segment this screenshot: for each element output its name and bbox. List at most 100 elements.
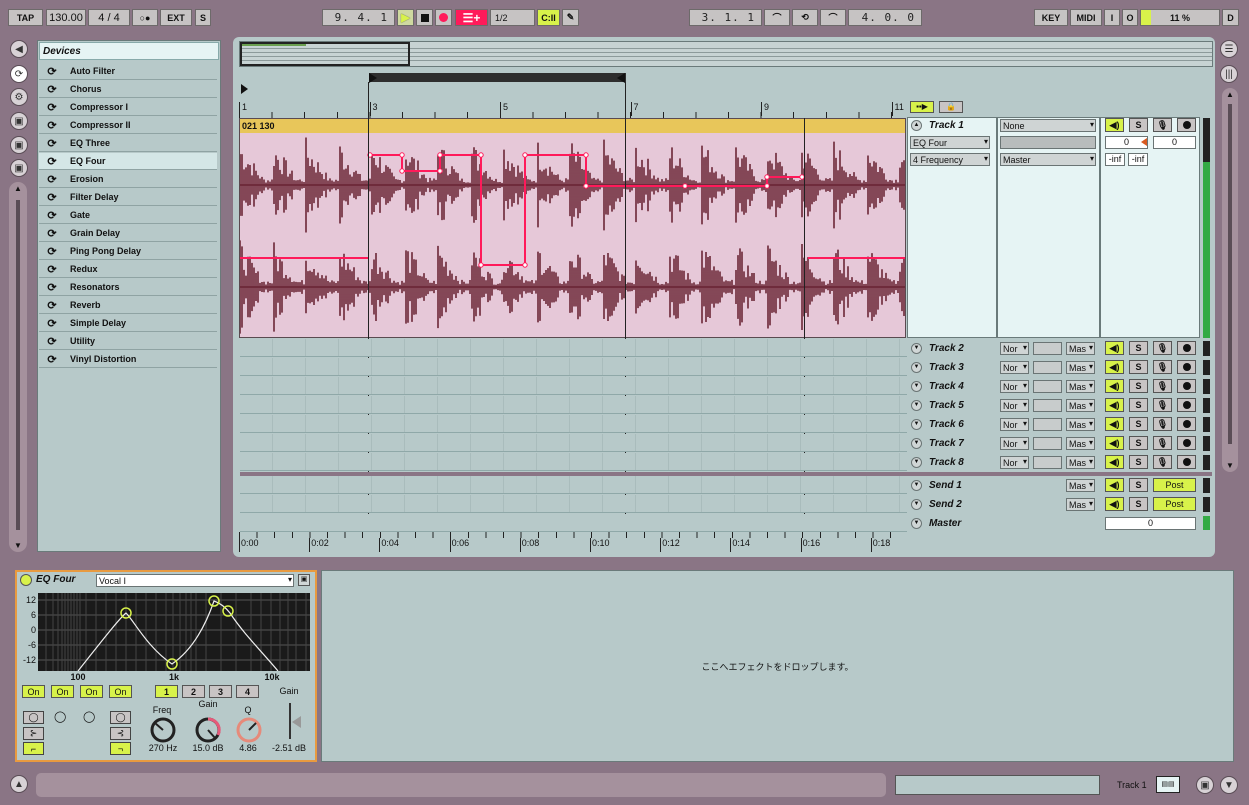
master-lane[interactable] — [240, 514, 907, 532]
track-solo[interactable]: S — [1129, 417, 1148, 431]
track-monitor[interactable]: 🎙 — [1153, 455, 1172, 469]
track1-peak-l[interactable]: -inf — [1105, 153, 1125, 166]
browser-item[interactable]: ⟳ Compressor I — [39, 99, 217, 116]
track-input-chooser[interactable]: Nor — [1000, 456, 1029, 469]
track-output-chooser[interactable]: Mas — [1066, 399, 1095, 412]
track-arm[interactable] — [1177, 436, 1196, 450]
track-arm[interactable] — [1177, 341, 1196, 355]
track-output-chooser[interactable]: Mas — [1066, 456, 1095, 469]
track-output-chooser[interactable]: Mas — [1066, 361, 1095, 374]
quantize-menu[interactable]: 1/2 — [490, 9, 535, 26]
scroll-thumb[interactable] — [16, 200, 20, 530]
automation-breakpoint[interactable] — [437, 152, 443, 158]
drop-area[interactable]: ここへエフェクトをドロップします。 — [321, 570, 1234, 762]
scroll-down-icon[interactable]: ▼ — [1222, 461, 1238, 470]
return-solo[interactable]: S — [1129, 478, 1148, 492]
hide-detail-icon[interactable]: ▼ — [1220, 776, 1238, 794]
track-input-chooser[interactable]: Nor — [1000, 361, 1029, 374]
browser-item[interactable]: ⟳ Resonators — [39, 279, 217, 296]
band-on-toggle[interactable]: On — [22, 685, 45, 698]
return-name[interactable]: ▼ Send 1 — [907, 476, 997, 494]
track1-solo[interactable]: S — [1129, 118, 1148, 132]
track-monitor[interactable]: 🎙 — [1153, 360, 1172, 374]
track-activator[interactable]: ◀) — [1105, 379, 1124, 393]
band-on-toggle[interactable]: On — [51, 685, 74, 698]
loop-length-field[interactable]: 4. 0. 0 — [848, 9, 922, 26]
collapse-right-icon[interactable]: ☰ — [1220, 40, 1238, 58]
track1-monitor[interactable]: 🎙 — [1153, 118, 1172, 132]
automation-breakpoint[interactable] — [764, 183, 770, 189]
automation-breakpoint[interactable] — [583, 152, 589, 158]
collapse-left-icon[interactable]: ◀ — [10, 40, 28, 58]
clip-header[interactable]: 021 130 — [240, 119, 905, 133]
band1-lowshelf-shape[interactable]: ⊱ — [23, 727, 44, 740]
track1-volume-handle[interactable] — [1141, 138, 1147, 146]
return-solo[interactable]: S — [1129, 497, 1148, 511]
device-browser-icon[interactable]: ⟳ — [10, 65, 28, 83]
master-name[interactable]: ▼ Master — [907, 514, 997, 532]
expand-return-icon[interactable]: ▼ — [911, 498, 922, 510]
track-lane[interactable] — [240, 415, 907, 433]
punch-out-button[interactable]: ⌒ — [820, 9, 846, 26]
clip-view-icon[interactable]: ▣ — [1196, 776, 1214, 794]
expand-track-icon[interactable]: ▼ — [911, 380, 922, 392]
track-input-chooser[interactable]: Nor — [1000, 418, 1029, 431]
track-monitor[interactable]: 🎙 — [1153, 417, 1172, 431]
browser-item[interactable]: ⟳ Simple Delay — [39, 315, 217, 332]
track-monitor[interactable]: 🎙 — [1153, 398, 1172, 412]
track-lane[interactable] — [240, 339, 907, 357]
return-lane[interactable] — [240, 495, 907, 513]
track-input-channel[interactable] — [1033, 399, 1062, 412]
track-name[interactable]: ▼ Track 3 — [907, 358, 997, 376]
post-button[interactable]: Post — [1153, 497, 1196, 511]
stop-button[interactable] — [416, 9, 433, 26]
expand-track-icon[interactable]: ▼ — [911, 342, 922, 354]
track1-peak-r[interactable]: -inf — [1128, 153, 1148, 166]
track-lane[interactable] — [240, 396, 907, 414]
automation-breakpoint[interactable] — [478, 262, 484, 268]
track-input-channel[interactable] — [1033, 418, 1062, 431]
follow-button[interactable]: C:II — [537, 9, 560, 26]
track-input-channel[interactable] — [1033, 437, 1062, 450]
track-arm[interactable] — [1177, 360, 1196, 374]
q-knob[interactable] — [234, 715, 264, 745]
track-output-chooser[interactable]: Mas — [1066, 380, 1095, 393]
file-browser-2-icon[interactable]: ▣ — [10, 136, 28, 154]
eq-device-power[interactable] — [20, 574, 32, 586]
gain-knob[interactable] — [193, 715, 223, 745]
expand-track-icon[interactable]: ▼ — [911, 399, 922, 411]
track1-param-chooser[interactable]: 4 Frequency — [910, 153, 990, 166]
browser-item[interactable]: ⟳ Gate — [39, 207, 217, 224]
plugin-browser-icon[interactable]: ⚙ — [10, 88, 28, 106]
metronome-button[interactable]: ○● — [132, 9, 158, 26]
track-monitor[interactable]: 🎙 — [1153, 379, 1172, 393]
track-arm[interactable] — [1177, 379, 1196, 393]
return-activator[interactable]: ◀) — [1105, 478, 1124, 492]
track-input-chooser[interactable]: Nor — [1000, 437, 1029, 450]
browser-item[interactable]: ⟳ Grain Delay — [39, 225, 217, 242]
file-browser-3-icon[interactable]: ▣ — [10, 159, 28, 177]
track-solo[interactable]: S — [1129, 436, 1148, 450]
scroll-thumb[interactable] — [1228, 104, 1232, 444]
automation-breakpoint[interactable] — [437, 168, 443, 174]
automation-envelope[interactable] — [370, 154, 802, 266]
browser-item[interactable]: ⟳ Ping Pong Delay — [39, 243, 217, 260]
band-select-button[interactable]: 2 — [182, 685, 205, 698]
time-ruler[interactable]: 0:00 0:02 0:04 0:06 0:08 0:10 0:12 0:14 0:16 0:18 — [239, 532, 906, 552]
automation-breakpoint[interactable] — [522, 152, 528, 158]
band-select-button[interactable]: 4 — [236, 685, 259, 698]
track-arm[interactable] — [1177, 398, 1196, 412]
scroll-up-icon[interactable]: ▲ — [9, 184, 27, 193]
start-marker[interactable] — [241, 84, 248, 94]
expand-track-icon[interactable]: ▼ — [911, 361, 922, 373]
track-activator[interactable]: ◀) — [1105, 398, 1124, 412]
track-name[interactable]: ▼ Track 8 — [907, 453, 997, 471]
band1-lowcut-shape[interactable]: ◯ — [23, 711, 44, 724]
loop-brace[interactable] — [369, 73, 626, 82]
band1-highpass-shape[interactable]: ⌐ — [23, 742, 44, 755]
track-name[interactable]: ▼ Track 5 — [907, 396, 997, 414]
track1-activator[interactable]: ◀) — [1105, 118, 1124, 132]
band4-bell-shape[interactable]: ◯ — [110, 711, 131, 724]
band4-lowpass-shape[interactable]: ¬ — [110, 742, 131, 755]
track-solo[interactable]: S — [1129, 455, 1148, 469]
